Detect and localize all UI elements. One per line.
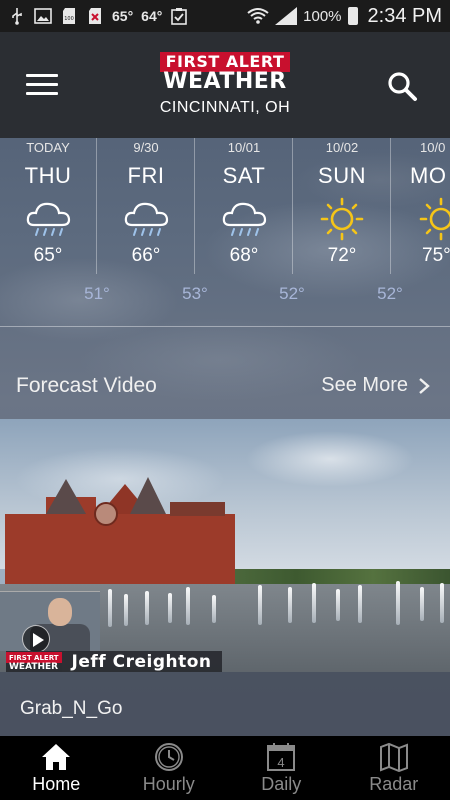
video-building-roof bbox=[46, 477, 225, 526]
fountain-jet bbox=[358, 585, 362, 623]
nav-home[interactable]: Home bbox=[0, 736, 113, 800]
forecast-day-fri[interactable]: 9/30 FRI 66° bbox=[98, 138, 195, 274]
city-label: CINCINNATI, OH bbox=[159, 99, 291, 116]
day-high: 65° bbox=[33, 245, 63, 266]
fountain-jet bbox=[186, 587, 190, 625]
rain-cloud-icon bbox=[124, 202, 169, 236]
calendar-badge: 4 bbox=[278, 755, 285, 770]
play-icon[interactable] bbox=[22, 625, 50, 653]
forecast-day-mon[interactable]: 10/0 MO 75° bbox=[392, 138, 450, 274]
video-title-bar[interactable]: Grab_N_Go bbox=[0, 672, 450, 736]
day-date: TODAY bbox=[26, 140, 70, 155]
video-title: Grab_N_Go bbox=[20, 698, 123, 719]
sun-icon bbox=[320, 197, 364, 241]
see-more-label: See More bbox=[321, 374, 408, 396]
usb-icon bbox=[8, 7, 26, 25]
see-more-button[interactable]: See More bbox=[321, 374, 430, 397]
day-name: THU bbox=[24, 163, 72, 188]
search-icon[interactable] bbox=[386, 70, 418, 102]
fountain-jet bbox=[336, 589, 340, 621]
rain-cloud-icon bbox=[26, 202, 71, 236]
day-high: 72° bbox=[327, 245, 357, 266]
day-high: 68° bbox=[229, 245, 259, 266]
fountain-jet bbox=[440, 583, 444, 623]
day-high: 75° bbox=[422, 245, 450, 266]
day-name: SUN bbox=[318, 163, 366, 188]
clipboard-check-icon bbox=[170, 7, 188, 25]
day-low: 51° bbox=[84, 284, 110, 303]
app-header: FIRST ALERT WEATHER CINCINNATI, OH bbox=[0, 32, 450, 138]
calendar-icon: 4 bbox=[267, 743, 296, 771]
no-sim-icon bbox=[86, 7, 104, 25]
fountain-jet bbox=[124, 594, 128, 626]
forecast-day-thu[interactable]: TODAY THU 65° bbox=[0, 138, 97, 274]
status-bar: 100 65° 64° 100% 2:34 PM bbox=[0, 0, 450, 32]
map-icon bbox=[379, 742, 408, 772]
forecast-day-sun[interactable]: 10/02 SUN 72° bbox=[294, 138, 391, 274]
fountain-jet bbox=[168, 593, 172, 623]
battery-icon bbox=[347, 7, 358, 25]
rain-cloud-icon bbox=[222, 202, 267, 236]
sd-card-icon: 100 bbox=[60, 7, 78, 25]
fountain-jet bbox=[420, 587, 424, 621]
daily-forecast-strip[interactable]: TODAY THU 65° 9/30 FRI 66° 10/01 SAT 68°… bbox=[0, 138, 450, 326]
chevron-right-icon bbox=[419, 377, 430, 394]
day-low: 53° bbox=[182, 284, 208, 303]
nav-hourly-label: Hourly bbox=[142, 774, 195, 794]
svg-text:100: 100 bbox=[64, 16, 74, 22]
forecast-video-header: Forecast Video See More bbox=[0, 360, 450, 410]
day-name: SAT bbox=[222, 163, 266, 188]
day-name: FRI bbox=[127, 163, 165, 188]
lower-third-logo: FIRST ALERT WEATHER bbox=[6, 652, 62, 672]
wifi-icon bbox=[247, 7, 269, 25]
nav-radar[interactable]: Radar bbox=[338, 736, 450, 800]
status-temp-1: 65° bbox=[112, 8, 134, 24]
fountain-jet bbox=[396, 581, 400, 625]
fountain-jet bbox=[108, 589, 112, 627]
nav-daily-label: Daily bbox=[261, 774, 302, 794]
day-date: 9/30 bbox=[133, 140, 159, 155]
nav-radar-label: Radar bbox=[369, 774, 419, 794]
section-divider bbox=[0, 326, 450, 327]
video-thumbnail[interactable]: FIRST ALERT WEATHER Jeff Creighton bbox=[0, 419, 450, 672]
lower-third-logo-bottom: WEATHER bbox=[6, 663, 62, 672]
day-date: 10/02 bbox=[325, 140, 359, 155]
forecast-video-title: Forecast Video bbox=[16, 374, 157, 397]
day-low: 52° bbox=[279, 284, 305, 303]
nav-hourly[interactable]: Hourly bbox=[113, 736, 226, 800]
reporter-name: Jeff Creighton bbox=[71, 652, 212, 672]
battery-percent: 100% bbox=[303, 7, 342, 25]
forecast-day-sat[interactable]: 10/01 SAT 68° bbox=[196, 138, 293, 274]
clock-time: 2:34 PM bbox=[367, 4, 442, 27]
clock-icon bbox=[154, 743, 183, 771]
reporter-face bbox=[48, 598, 72, 626]
day-high: 66° bbox=[131, 245, 161, 266]
reporter-inset bbox=[0, 591, 100, 652]
reporter-lower-third: FIRST ALERT WEATHER Jeff Creighton bbox=[6, 651, 222, 672]
nav-daily[interactable]: 4 Daily bbox=[225, 736, 338, 800]
logo-bottom-text: WEATHER bbox=[163, 69, 287, 94]
bottom-navigation: Home Hourly 4 Daily Radar bbox=[0, 736, 450, 800]
nav-home-label: Home bbox=[32, 774, 81, 794]
day-date: 10/0 bbox=[420, 140, 446, 155]
menu-icon[interactable] bbox=[26, 74, 58, 96]
image-icon bbox=[34, 7, 52, 25]
status-temp-2: 64° bbox=[141, 8, 163, 24]
day-name: MO bbox=[410, 163, 447, 188]
app-logo: FIRST ALERT WEATHER CINCINNATI, OH bbox=[140, 52, 310, 117]
fountain-jet bbox=[288, 587, 292, 623]
day-date: 10/01 bbox=[227, 140, 261, 155]
signal-icon bbox=[275, 7, 298, 25]
fountain-jet bbox=[212, 595, 216, 623]
fountain-jet bbox=[145, 591, 149, 625]
fountain-jet bbox=[258, 585, 262, 625]
day-low: 52° bbox=[377, 284, 403, 303]
fountain-jet bbox=[312, 583, 316, 623]
sun-icon bbox=[419, 197, 450, 241]
lower-third-logo-top: FIRST ALERT bbox=[9, 654, 59, 662]
home-icon bbox=[42, 744, 71, 770]
